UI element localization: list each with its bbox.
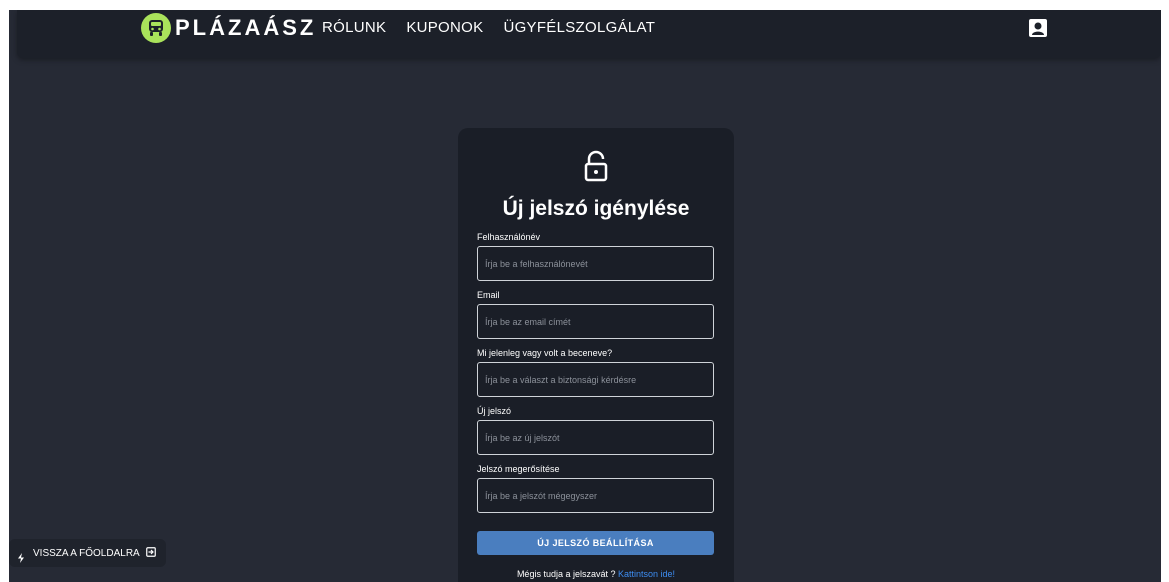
reset-password-card: Új jelszó igénylése Felhasználónév Email…	[458, 128, 734, 582]
back-to-home-button[interactable]: VISSZA A FŐOLDALRA	[9, 539, 166, 567]
security-question-label: Mi jelenleg vagy volt a beceneve?	[477, 348, 613, 358]
security-answer-input[interactable]	[477, 362, 714, 397]
email-input[interactable]	[477, 304, 714, 339]
user-profile-icon[interactable]	[1028, 18, 1048, 43]
email-label: Email	[477, 290, 500, 300]
nav-item-kuponok[interactable]: KUPONOK	[406, 19, 483, 36]
confirm-password-field-group: Jelszó megerősítése	[477, 464, 714, 513]
bolt-icon	[17, 553, 25, 566]
remember-password-question: Mégis tudja a jelszavát ?	[516, 569, 616, 579]
new-password-field-group: Új jelszó	[477, 406, 714, 455]
app-viewport: PLÁZAÁSZ RÓLUNK KUPONOK ÜGYFÉLSZOLGÁLAT …	[9, 10, 1161, 582]
new-password-input[interactable]	[477, 420, 714, 455]
main-nav: RÓLUNK KUPONOK ÜGYFÉLSZOLGÁLAT	[322, 19, 655, 36]
click-here-link[interactable]: Kattintson ide!	[618, 569, 675, 579]
username-field-group: Felhasználónév	[477, 232, 714, 281]
set-new-password-button[interactable]: ÚJ JELSZÓ BEÁLLÍTÁSA	[477, 531, 714, 555]
security-question-field-group: Mi jelenleg vagy volt a beceneve?	[477, 348, 714, 397]
confirm-password-label: Jelszó megerősítése	[477, 464, 560, 474]
top-navbar: PLÁZAÁSZ RÓLUNK KUPONOK ÜGYFÉLSZOLGÁLAT	[17, 10, 1161, 58]
back-to-home-label: VISSZA A FŐOLDALRA	[33, 547, 140, 559]
username-label: Felhasználónév	[477, 232, 541, 242]
car-logo-icon[interactable]	[141, 13, 171, 43]
brand-name[interactable]: PLÁZAÁSZ	[175, 15, 316, 41]
unlocked-lock-icon	[582, 150, 610, 187]
username-input[interactable]	[477, 246, 714, 281]
remember-password-text: Mégis tudja a jelszavát ? Kattintson ide…	[458, 569, 734, 579]
new-password-label: Új jelszó	[477, 406, 512, 416]
nav-item-rolunk[interactable]: RÓLUNK	[322, 19, 386, 36]
email-field-group: Email	[477, 290, 714, 339]
nav-item-ugyfelszolgalat[interactable]: ÜGYFÉLSZOLGÁLAT	[503, 19, 655, 36]
page-title: Új jelszó igénylése	[502, 197, 690, 220]
exit-arrow-icon	[145, 546, 156, 560]
confirm-password-input[interactable]	[477, 478, 714, 513]
